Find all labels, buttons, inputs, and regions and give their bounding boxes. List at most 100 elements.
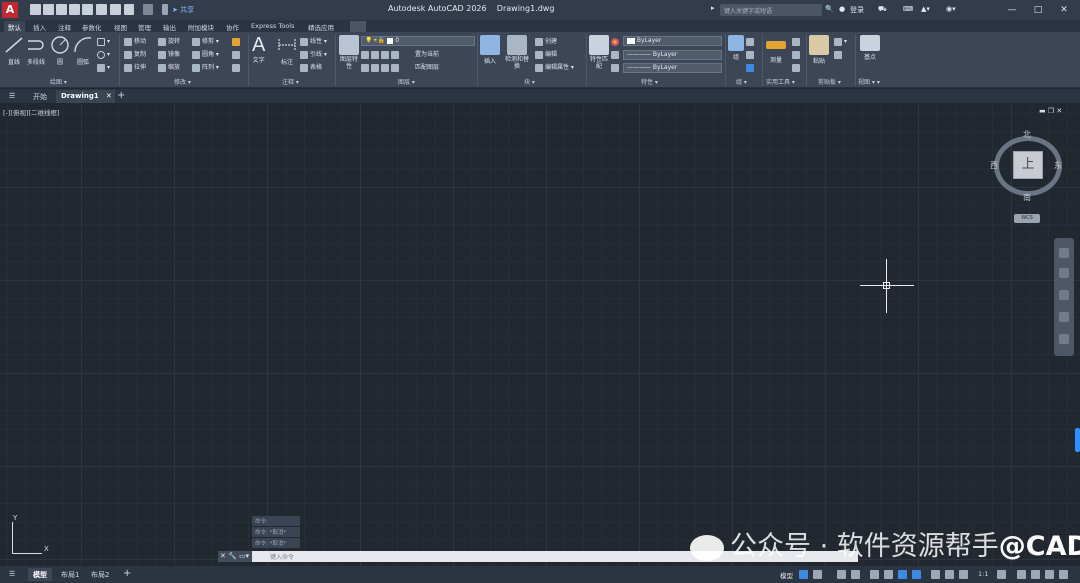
trim-button[interactable]: 修剪 ▾ bbox=[192, 37, 219, 47]
tab-drawing1[interactable]: Drawing1 ✕ bbox=[56, 90, 115, 103]
lineweight-dropdown[interactable]: ———— ByLayer bbox=[623, 50, 722, 60]
layer-off-icon[interactable] bbox=[361, 50, 369, 59]
tab-view[interactable]: 视图 bbox=[110, 21, 131, 32]
pan-icon[interactable] bbox=[1059, 268, 1069, 278]
tab-manage[interactable]: 管理 bbox=[134, 21, 155, 32]
share-button[interactable]: ➤ 共享 bbox=[172, 5, 194, 15]
customize-icon[interactable] bbox=[162, 4, 168, 15]
cut-button[interactable]: ▾ bbox=[834, 37, 847, 47]
leader-button[interactable]: 引线 ▾ bbox=[300, 50, 327, 60]
model-space-label[interactable]: 模型 bbox=[780, 570, 793, 580]
viewport-minimize-icon[interactable]: ▬ bbox=[1039, 107, 1046, 115]
auto-scale-icon[interactable] bbox=[959, 570, 968, 579]
annotation-scale[interactable]: 1:1 bbox=[973, 568, 993, 581]
linetype-dropdown[interactable]: ———— ByLayer bbox=[623, 63, 722, 73]
rectangle-button[interactable]: ▾ bbox=[97, 37, 110, 47]
layer-thaw-icon[interactable] bbox=[381, 63, 389, 72]
tab-insert[interactable]: 插入 bbox=[29, 21, 50, 32]
search-icon[interactable]: 🔍 bbox=[825, 5, 834, 13]
layer-lock-tool-icon[interactable] bbox=[391, 50, 399, 59]
tab-default[interactable]: 默认 bbox=[4, 21, 25, 32]
layers-panel-title[interactable]: 图层 ▾ bbox=[398, 77, 415, 86]
create-block-button[interactable]: 创建 bbox=[535, 37, 557, 47]
snap-icon[interactable] bbox=[813, 570, 822, 579]
point-style-button[interactable] bbox=[792, 50, 802, 60]
redo-icon[interactable] bbox=[143, 4, 153, 15]
tab-express-tools[interactable]: Express Tools bbox=[247, 21, 298, 32]
rotate-button[interactable]: 旋转 bbox=[158, 37, 180, 47]
annotation-monitor-icon[interactable] bbox=[1017, 570, 1026, 579]
object-snap-icon[interactable] bbox=[898, 570, 907, 579]
offset-button[interactable] bbox=[232, 63, 242, 73]
scroll-indicator[interactable] bbox=[1075, 428, 1080, 452]
tab-layout2[interactable]: 布局2 bbox=[86, 568, 114, 581]
quick-select-button[interactable] bbox=[792, 37, 802, 47]
undo-icon[interactable] bbox=[124, 4, 134, 15]
viewport-close-icon[interactable]: ✕ bbox=[1056, 107, 1062, 115]
layer-properties-button[interactable]: 图层特性 bbox=[338, 35, 360, 70]
tab-addins[interactable]: 附加模块 bbox=[184, 21, 218, 32]
base-point-button[interactable]: 基点 bbox=[860, 35, 880, 61]
clipboard-panel-title[interactable]: 剪贴板 ▾ bbox=[818, 77, 841, 86]
help-icon[interactable]: ◉▾ bbox=[946, 5, 956, 13]
showmotion-icon[interactable] bbox=[1059, 334, 1069, 344]
layer-freeze-tool-icon[interactable] bbox=[381, 50, 389, 59]
move-button[interactable]: 移动 bbox=[124, 37, 146, 47]
drawing-canvas[interactable] bbox=[0, 104, 1080, 566]
tab-close-icon[interactable]: ✕ bbox=[106, 92, 112, 100]
insert-block-button[interactable]: 插入 bbox=[480, 35, 500, 65]
object-snap-tracking-icon[interactable] bbox=[884, 570, 893, 579]
stretch-button[interactable]: 拉伸 bbox=[124, 63, 146, 73]
maximize-button[interactable]: □ bbox=[1031, 3, 1045, 17]
open-web-icon[interactable] bbox=[82, 4, 93, 15]
copy-clip-button[interactable] bbox=[834, 50, 844, 60]
polyline-button[interactable]: 多段线 bbox=[25, 35, 47, 66]
close-button[interactable]: ✕ bbox=[1057, 3, 1071, 17]
save-icon[interactable] bbox=[56, 4, 67, 15]
erase-button[interactable] bbox=[232, 37, 242, 47]
ungroup-button[interactable] bbox=[746, 37, 756, 47]
user-icon[interactable]: ● bbox=[839, 5, 845, 13]
viewport-controls-label[interactable]: [-][俯视][二维线框] bbox=[3, 107, 60, 117]
explode-button[interactable] bbox=[232, 50, 242, 60]
layer-unlock-icon[interactable] bbox=[391, 63, 399, 72]
draw-panel-title[interactable]: 绘图 ▾ bbox=[50, 77, 67, 86]
edit-attributes-button[interactable]: 编辑属性 ▾ bbox=[535, 63, 574, 73]
layer-isolate-icon[interactable] bbox=[371, 50, 379, 59]
utilities-panel-title[interactable]: 实用工具 ▾ bbox=[766, 77, 795, 86]
lineweight-toggle-icon[interactable] bbox=[912, 570, 921, 579]
group-select-button[interactable] bbox=[746, 63, 756, 73]
isodraft-icon[interactable] bbox=[870, 570, 879, 579]
grid-icon[interactable] bbox=[799, 570, 808, 579]
new-icon[interactable] bbox=[30, 4, 41, 15]
steering-wheel-icon[interactable] bbox=[1059, 248, 1069, 258]
match-layer-button[interactable]: 匹配图层 bbox=[415, 63, 439, 73]
circle-button[interactable]: 圆 bbox=[49, 35, 71, 66]
layer-on-tool-icon[interactable] bbox=[361, 63, 369, 72]
graphics-performance-icon[interactable] bbox=[1045, 570, 1054, 579]
modify-panel-title[interactable]: 修改 ▾ bbox=[174, 77, 191, 86]
paste-button[interactable]: 粘贴 bbox=[809, 35, 829, 65]
viewcube-east[interactable]: 东 bbox=[1054, 160, 1062, 171]
save-web-icon[interactable] bbox=[96, 4, 107, 15]
file-menu-icon[interactable]: ☰ bbox=[4, 90, 20, 103]
line-button[interactable]: 直线 bbox=[3, 35, 25, 66]
scale-button[interactable]: 缩放 bbox=[158, 63, 180, 73]
workspace-gear-icon[interactable] bbox=[997, 570, 1006, 579]
add-layout-button[interactable]: + bbox=[118, 568, 136, 581]
zoom-icon[interactable] bbox=[1059, 290, 1069, 300]
save-as-icon[interactable] bbox=[69, 4, 80, 15]
customization-icon[interactable] bbox=[1059, 570, 1068, 579]
command-close-icon[interactable]: ✕ bbox=[220, 552, 226, 560]
edit-block-button[interactable]: 编辑 bbox=[535, 50, 557, 60]
calculator-button[interactable] bbox=[792, 63, 802, 73]
command-customize-icon[interactable]: 🔧 bbox=[228, 552, 237, 560]
layer-unisolate-icon[interactable] bbox=[371, 63, 379, 72]
group-edit-button[interactable] bbox=[746, 50, 756, 60]
layer-dropdown[interactable]: 💡☀🔓 0 bbox=[361, 36, 475, 46]
group-button[interactable]: 组 bbox=[728, 35, 744, 61]
autodesk-a-icon[interactable]: ▲▾ bbox=[921, 5, 930, 13]
ellipse-button[interactable]: ▾ bbox=[97, 50, 110, 60]
block-panel-title[interactable]: 块 ▾ bbox=[524, 77, 535, 86]
make-current-button[interactable]: 置为当前 bbox=[415, 50, 439, 60]
